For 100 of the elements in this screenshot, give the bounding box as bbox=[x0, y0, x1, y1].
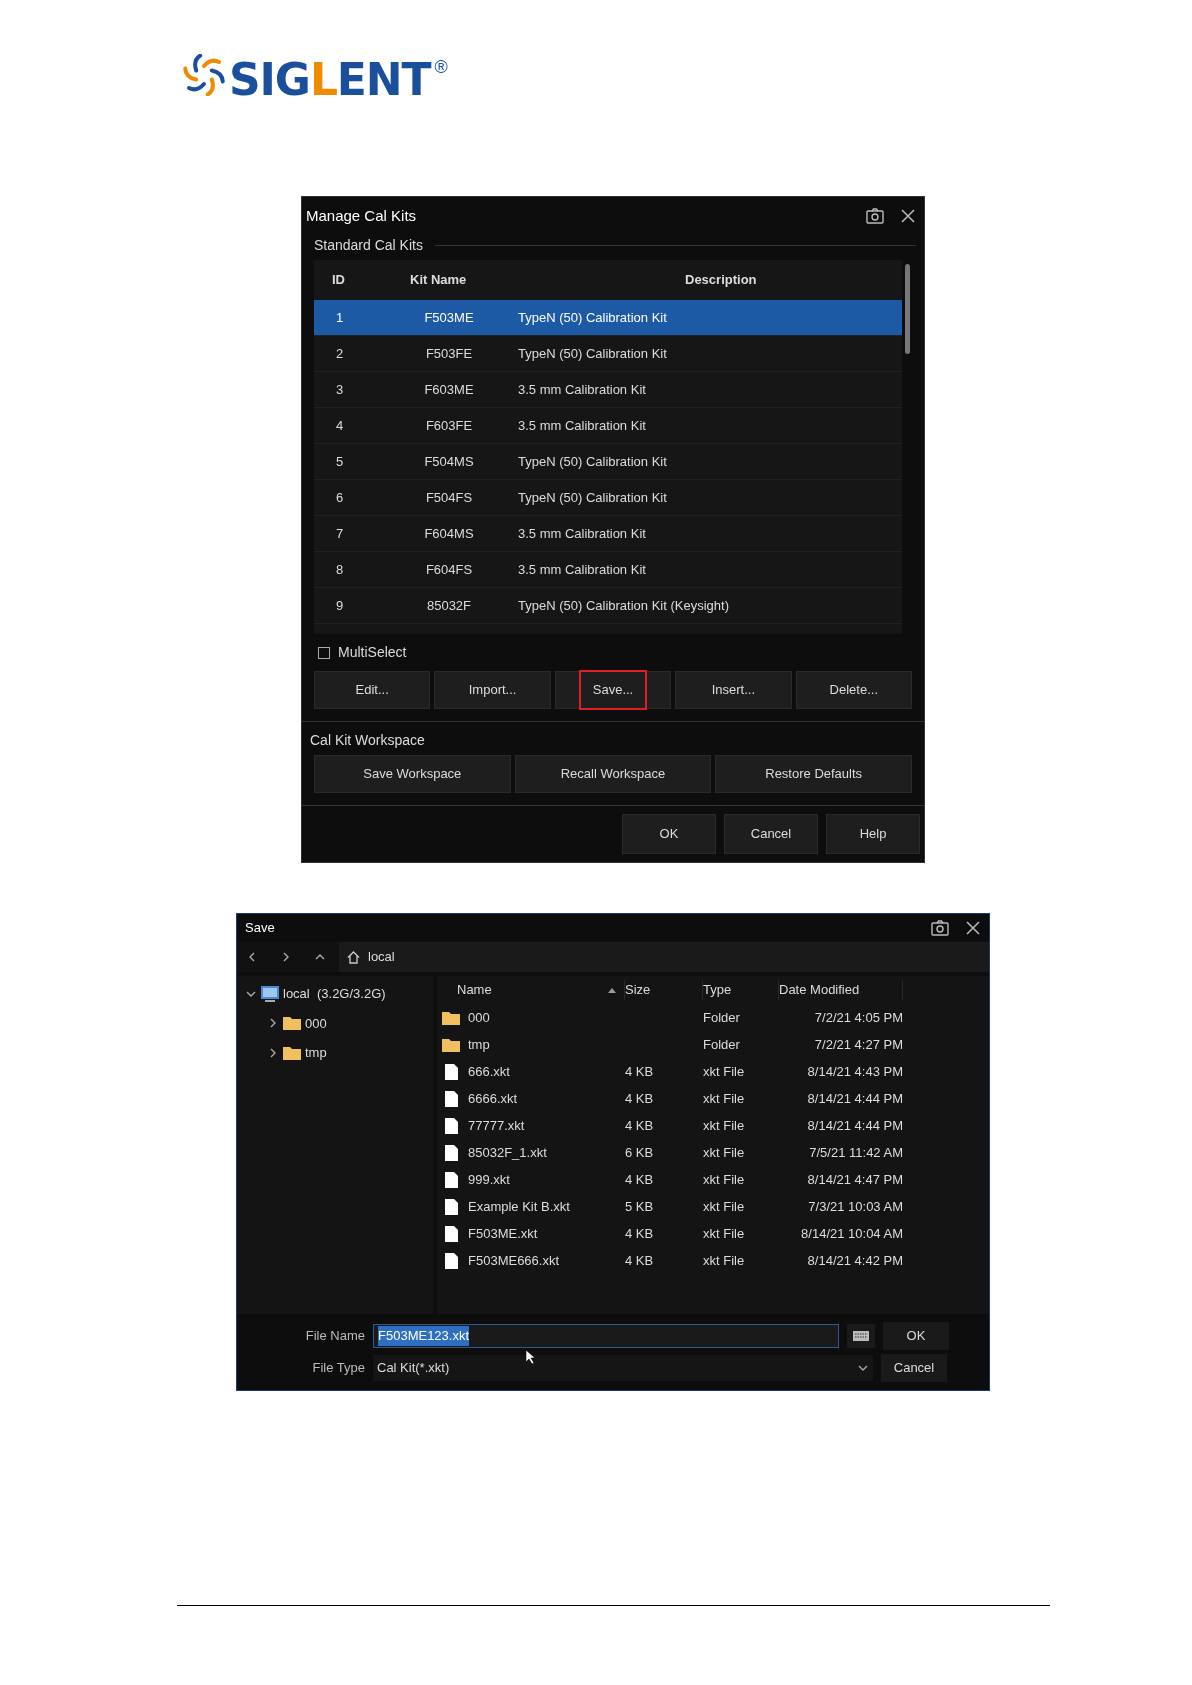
description-cell-text: 3.5 mm Calibration Kit bbox=[517, 380, 646, 399]
date-cell-text: 8/14/21 4:44 PM bbox=[806, 1089, 903, 1108]
kit-name-cell-text: 85032F bbox=[425, 596, 473, 615]
action-button[interactable]: Save... bbox=[578, 670, 648, 710]
checkbox-label: MultiSelect bbox=[338, 643, 407, 662]
file-name-cell[interactable]: Example Kit B.xkt bbox=[468, 1196, 570, 1217]
close-icon[interactable] bbox=[965, 920, 981, 936]
kit-name-cell-text: F504FS bbox=[424, 488, 474, 507]
swirl-logo-icon bbox=[183, 54, 225, 96]
keyboard-button[interactable] bbox=[847, 1324, 875, 1348]
file-icon bbox=[444, 1171, 458, 1188]
table-row[interactable]: 6 F504FS TypeN (50) Calibration Kit bbox=[314, 480, 902, 516]
workspace-button[interactable]: Save Workspace bbox=[314, 755, 511, 793]
mouse-cursor-icon bbox=[526, 1350, 538, 1364]
type-cell-text: xkt File bbox=[703, 1170, 746, 1189]
ok-button[interactable]: OK bbox=[883, 1322, 949, 1350]
file-icon bbox=[444, 1090, 458, 1107]
id-cell-text: 7 bbox=[335, 524, 345, 543]
size-cell: 4 KB bbox=[625, 1090, 654, 1106]
id-cell-text: 8 bbox=[335, 560, 345, 579]
folder-icon bbox=[283, 1045, 301, 1060]
file-name-field[interactable]: F503ME123.xkt bbox=[373, 1324, 839, 1348]
size-cell: 4 KB bbox=[625, 1225, 654, 1241]
column-header[interactable]: Date Modified bbox=[779, 980, 894, 1000]
computer-icon bbox=[261, 985, 279, 1002]
id-cell-text: 2 bbox=[335, 344, 345, 363]
dialog-button[interactable]: OK bbox=[622, 814, 716, 854]
kit-name-cell-text: F603FE bbox=[424, 416, 474, 435]
dialog-button[interactable]: Help bbox=[826, 814, 920, 854]
workspace-button[interactable]: Restore Defaults bbox=[715, 755, 912, 793]
table-row[interactable]: 1 F503ME TypeN (50) Calibration Kit bbox=[314, 300, 902, 336]
column-header[interactable]: Name bbox=[457, 980, 608, 1000]
table-row[interactable]: 5 F504MS TypeN (50) Calibration Kit bbox=[314, 444, 902, 480]
table-row[interactable]: 8 F604FS 3.5 mm Calibration Kit bbox=[314, 552, 902, 588]
file-icon bbox=[444, 1117, 458, 1134]
table-row[interactable]: 2 F503FE TypeN (50) Calibration Kit bbox=[314, 336, 902, 372]
size-cell: 4 KB bbox=[625, 1063, 654, 1079]
column-header[interactable]: Type bbox=[703, 980, 770, 1000]
id-cell-text: 9 bbox=[335, 596, 345, 615]
file-icon bbox=[444, 1198, 458, 1215]
tree-item[interactable]: local (3.2G/3.2G) bbox=[283, 984, 386, 1004]
checkbox[interactable] bbox=[318, 646, 330, 659]
column-header[interactable]: Size bbox=[625, 980, 694, 1000]
kit-name-cell-text: F503ME bbox=[423, 308, 475, 327]
kit-name-cell-text: F504MS bbox=[423, 452, 475, 471]
date-cell-text: 8/14/21 10:04 AM bbox=[800, 1224, 903, 1243]
path-field[interactable]: local bbox=[339, 942, 989, 972]
description-cell-text: 3.5 mm Calibration Kit bbox=[517, 524, 646, 543]
file-name-cell[interactable]: 666.xkt bbox=[468, 1061, 510, 1082]
file-name-cell[interactable]: 000 bbox=[468, 1007, 490, 1028]
folder-icon bbox=[442, 1037, 460, 1052]
size-cell: 4 KB bbox=[625, 1252, 654, 1268]
brand-logo: SIGLENT bbox=[229, 58, 431, 102]
type-cell-text: xkt File bbox=[703, 1089, 746, 1108]
type-cell-text: xkt File bbox=[703, 1197, 746, 1216]
cancel-button[interactable]: Cancel bbox=[881, 1354, 947, 1382]
table-row[interactable]: 3 F603ME 3.5 mm Calibration Kit bbox=[314, 372, 902, 408]
date-cell-text: 7/5/21 11:42 AM bbox=[808, 1143, 903, 1162]
tree-item[interactable]: tmp bbox=[305, 1043, 327, 1063]
scrollbar-thumb[interactable] bbox=[904, 264, 910, 354]
registered-mark: ® bbox=[434, 58, 448, 76]
camera-icon[interactable] bbox=[866, 208, 884, 224]
type-cell-text: xkt File bbox=[703, 1116, 746, 1135]
window-title: Save bbox=[245, 919, 276, 938]
column-header: Kit Name bbox=[410, 271, 468, 290]
date-cell-text: 8/14/21 4:43 PM bbox=[806, 1062, 903, 1081]
date-cell-text: 7/3/21 10:03 AM bbox=[807, 1197, 903, 1216]
type-cell-text: xkt File bbox=[703, 1224, 746, 1243]
date-cell-text: 8/14/21 4:47 PM bbox=[806, 1170, 903, 1189]
id-cell-text: 5 bbox=[335, 452, 345, 471]
file-icon bbox=[444, 1063, 458, 1080]
file-name-cell[interactable]: 85032F_1.xkt bbox=[468, 1142, 547, 1163]
camera-icon[interactable] bbox=[931, 920, 949, 936]
home-icon bbox=[347, 950, 360, 964]
file-name-cell[interactable]: 999.xkt bbox=[468, 1169, 510, 1190]
file-name-cell[interactable]: tmp bbox=[468, 1034, 490, 1055]
dialog-button[interactable]: Cancel bbox=[724, 814, 818, 854]
table-row[interactable]: 9 85032F TypeN (50) Calibration Kit (Keysight) bbox=[314, 588, 902, 624]
size-cell: 5 KB bbox=[625, 1198, 654, 1214]
date-cell-text: 8/14/21 4:44 PM bbox=[806, 1116, 903, 1135]
table-row[interactable]: 7 F604MS 3.5 mm Calibration Kit bbox=[314, 516, 902, 552]
workspace-button[interactable]: Recall Workspace bbox=[514, 755, 712, 793]
file-name-cell[interactable]: F503ME.xkt bbox=[468, 1223, 538, 1244]
tree-item[interactable]: 000 bbox=[305, 1013, 327, 1033]
file-name-cell[interactable]: 6666.xkt bbox=[468, 1088, 518, 1109]
file-name-cell[interactable]: 77777.xkt bbox=[468, 1115, 525, 1136]
description-cell-text: TypeN (50) Calibration Kit bbox=[517, 452, 667, 471]
file-name-cell[interactable]: F503ME666.xkt bbox=[468, 1250, 560, 1271]
id-cell-text: 1 bbox=[335, 308, 345, 327]
close-icon[interactable] bbox=[900, 208, 916, 224]
date-cell-text: 8/14/21 4:42 PM bbox=[806, 1251, 903, 1270]
id-cell-text: 6 bbox=[335, 488, 345, 507]
folder-icon bbox=[283, 1016, 301, 1031]
file-type-dropdown[interactable]: Cal Kit(*.xkt) bbox=[373, 1355, 873, 1381]
type-cell-text: Folder bbox=[703, 1035, 741, 1054]
table-row[interactable]: 4 F603FE 3.5 mm Calibration Kit bbox=[314, 408, 902, 444]
description-cell-text: 3.5 mm Calibration Kit bbox=[517, 416, 646, 435]
type-cell-text: xkt File bbox=[703, 1251, 746, 1270]
description-cell-text: TypeN (50) Calibration Kit (Keysight) bbox=[517, 596, 729, 615]
size-cell: 6 KB bbox=[625, 1144, 654, 1160]
